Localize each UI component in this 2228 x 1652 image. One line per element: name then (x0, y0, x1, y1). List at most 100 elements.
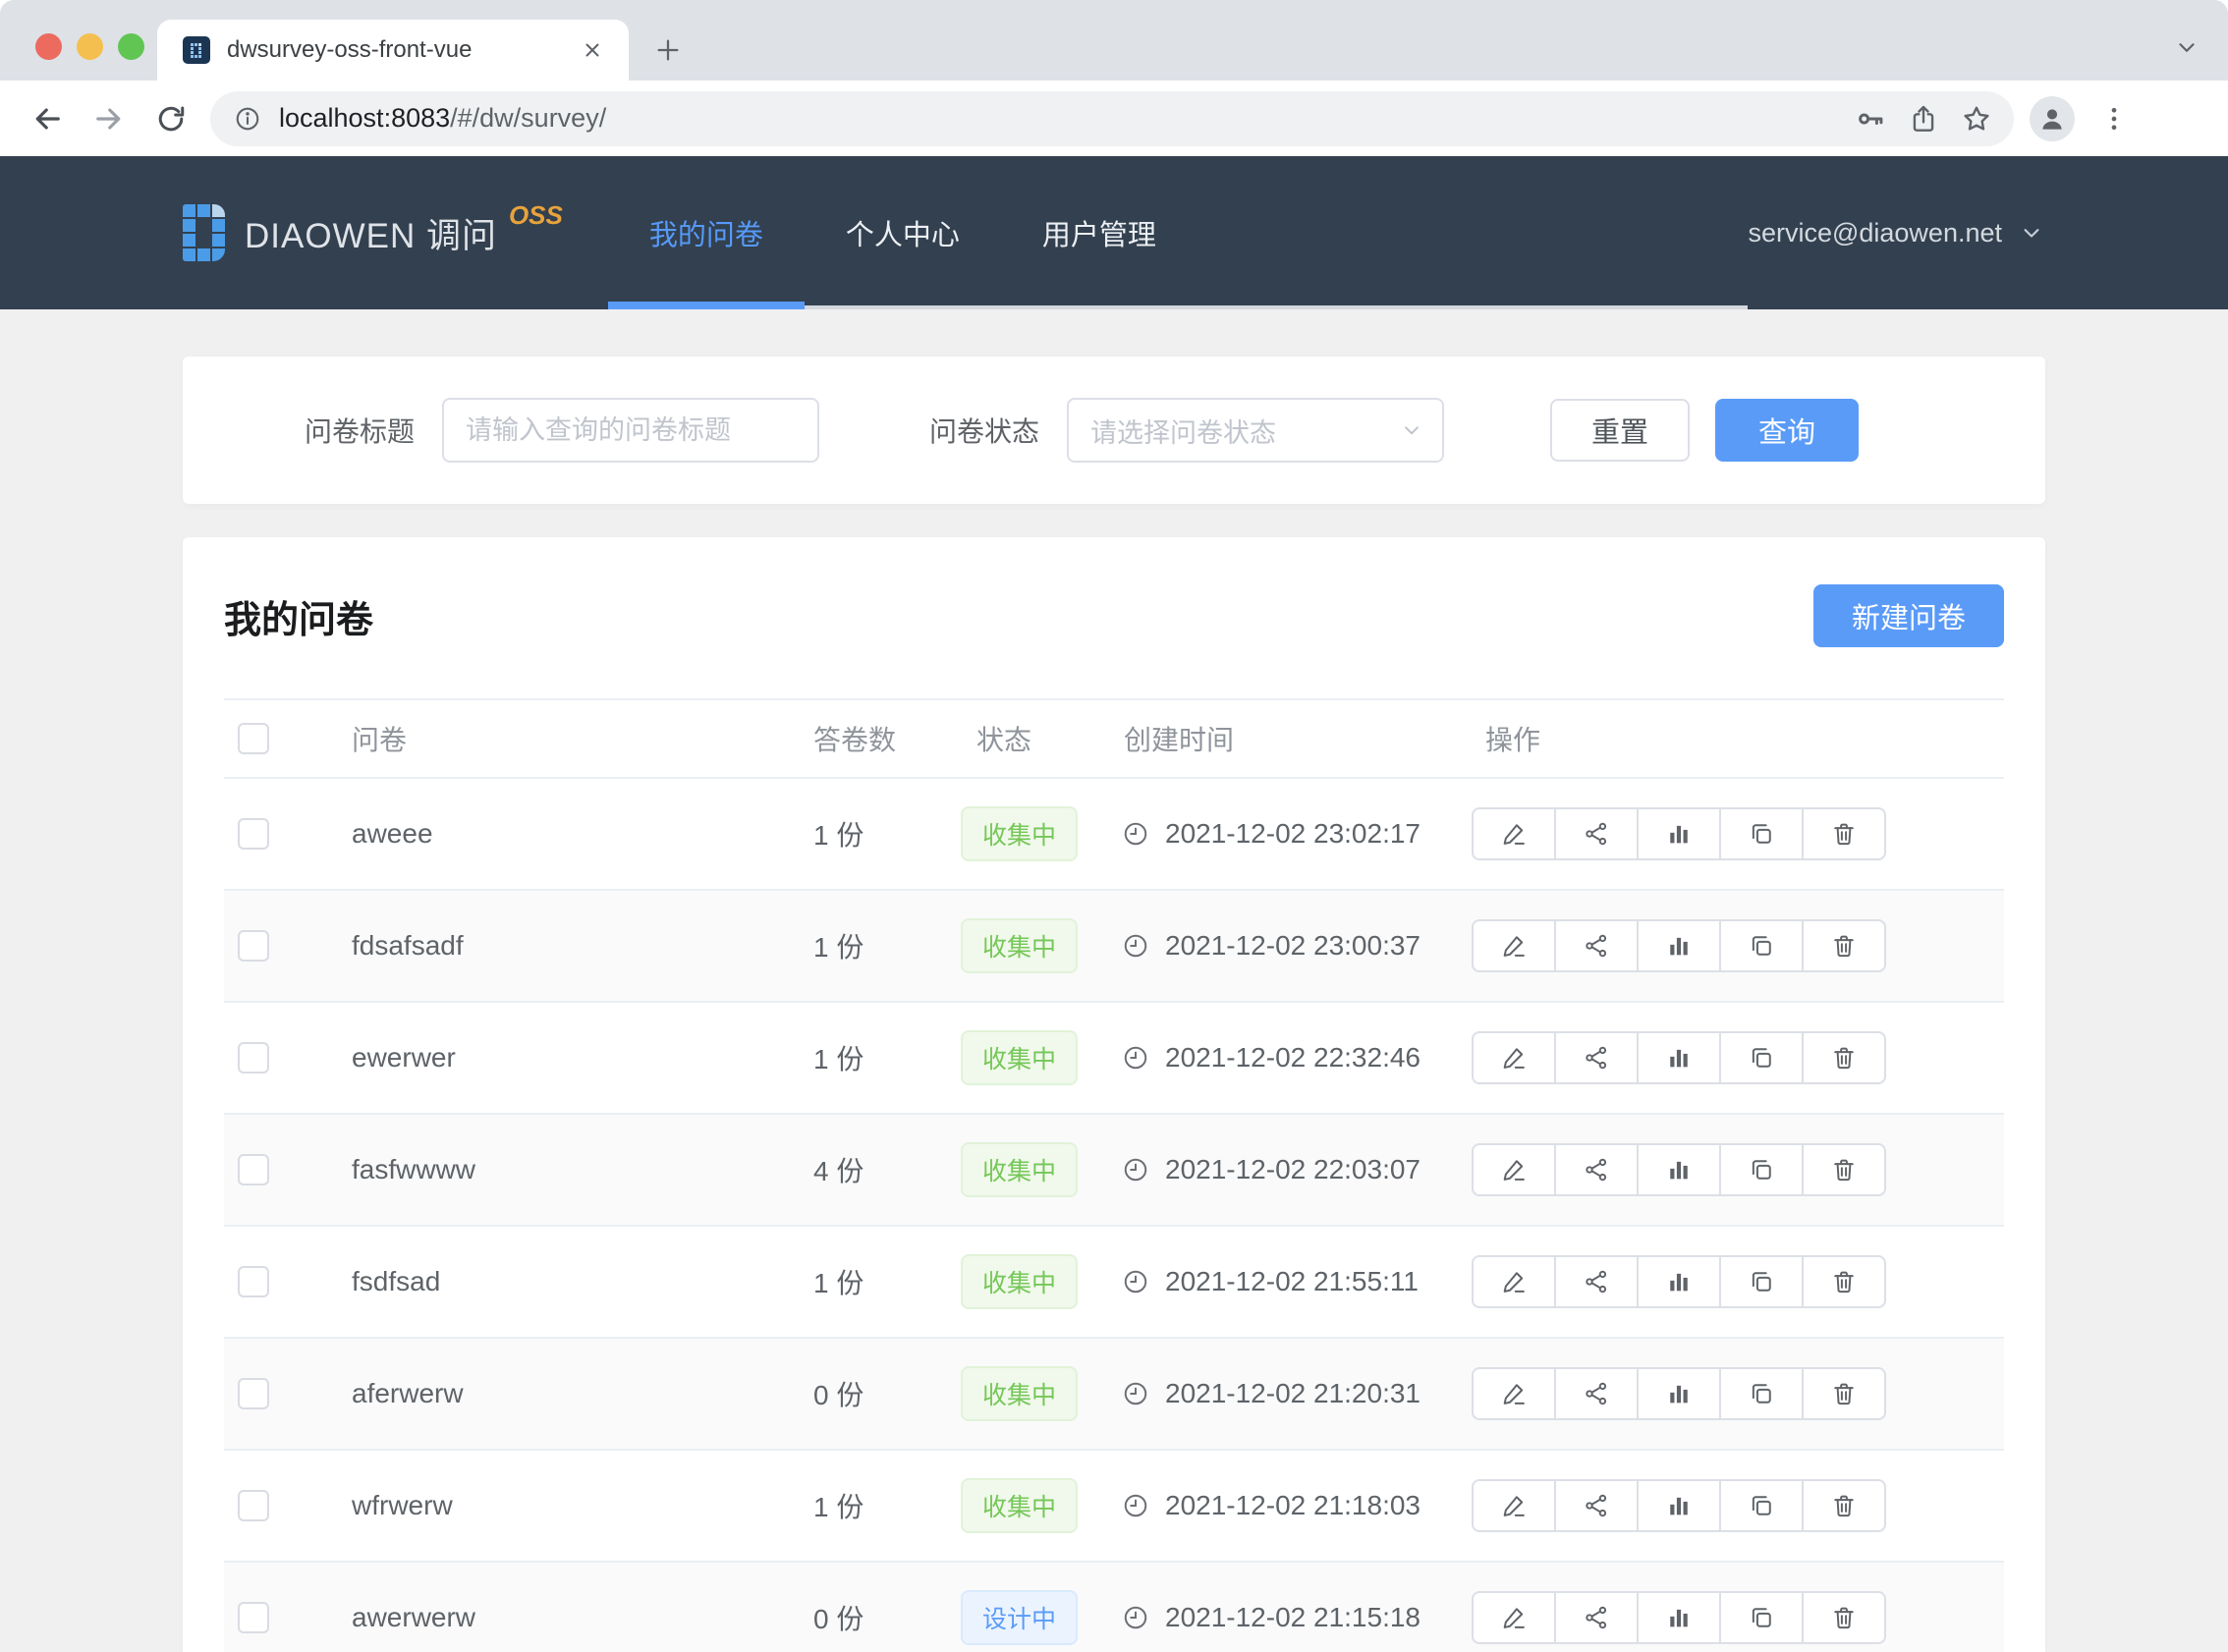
trash-icon (1830, 1380, 1858, 1407)
maximize-window-button[interactable] (118, 33, 144, 60)
select-chevron-down-icon (1399, 417, 1424, 443)
bar-chart-icon (1665, 1380, 1693, 1407)
share-button[interactable] (1554, 1479, 1639, 1532)
copy-button[interactable] (1719, 1143, 1804, 1196)
url-origin: localhost:8083 (279, 103, 450, 133)
share-button[interactable] (1554, 1031, 1639, 1084)
edit-button[interactable] (1472, 807, 1556, 860)
stats-button[interactable] (1637, 807, 1721, 860)
new-tab-button[interactable] (650, 32, 686, 68)
copy-button[interactable] (1719, 1031, 1804, 1084)
brand-name: DIAOWEN 调问 (245, 208, 497, 258)
survey-status-select[interactable]: 请选择问卷状态 (1067, 398, 1444, 463)
edit-icon (1500, 932, 1528, 960)
row-checkbox[interactable] (238, 1266, 269, 1297)
survey-table: 问卷 答卷数 状态 创建时间 操作 aweee 1 份 收集中 2021-12-… (224, 698, 2004, 1652)
edit-button[interactable] (1472, 1479, 1556, 1532)
browser-window: dwsurvey-oss-front-vue localhost:8 (0, 0, 2228, 1652)
forward-button[interactable] (85, 95, 133, 142)
share-icon (1583, 820, 1610, 848)
password-key-icon[interactable] (1855, 103, 1886, 135)
delete-button[interactable] (1802, 1367, 1886, 1420)
survey-list-card: 我的问卷 新建问卷 问卷 答卷数 状态 创建时间 操作 aweee 1 份 (183, 537, 2045, 1652)
delete-button[interactable] (1802, 1031, 1886, 1084)
user-menu[interactable]: service@diaowen.net (1748, 156, 2045, 309)
row-checkbox[interactable] (238, 1490, 269, 1521)
new-survey-button[interactable]: 新建问卷 (1813, 584, 2004, 647)
table-row: wfrwerw 1 份 收集中 2021-12-02 21:18:03 (224, 1451, 2004, 1563)
delete-button[interactable] (1802, 1591, 1886, 1644)
row-checkbox[interactable] (238, 1154, 269, 1185)
edit-button[interactable] (1472, 1255, 1556, 1308)
edit-button[interactable] (1472, 1031, 1556, 1084)
nav-item-personal-center[interactable]: 个人中心 (805, 156, 1001, 309)
edit-button[interactable] (1472, 1367, 1556, 1420)
minimize-window-button[interactable] (77, 33, 103, 60)
delete-button[interactable] (1802, 1143, 1886, 1196)
share-button[interactable] (1554, 807, 1639, 860)
delete-button[interactable] (1802, 1255, 1886, 1308)
answer-count: 1 份 (784, 1038, 953, 1077)
page-title: 我的问卷 (224, 589, 373, 643)
clock-icon (1122, 820, 1149, 848)
tab-close-icon[interactable] (576, 33, 609, 67)
answer-count: 1 份 (784, 814, 953, 854)
stats-button[interactable] (1637, 1591, 1721, 1644)
edit-button[interactable] (1472, 1591, 1556, 1644)
tabstrip-chevron-down-icon[interactable] (2169, 29, 2204, 65)
copy-button[interactable] (1719, 1479, 1804, 1532)
select-all-checkbox[interactable] (238, 723, 269, 754)
user-chevron-down-icon (2018, 219, 2045, 247)
reload-button[interactable] (147, 95, 195, 142)
app-header: DIAOWEN 调问 OSS 我的问卷 个人中心 用户管理 service@di… (0, 156, 2228, 309)
share-button[interactable] (1554, 1255, 1639, 1308)
stats-button[interactable] (1637, 1031, 1721, 1084)
url-bar[interactable]: localhost:8083/#/dw/survey/ (210, 91, 2014, 146)
edit-icon (1500, 820, 1528, 848)
profile-avatar[interactable] (2030, 96, 2075, 141)
brand-logo[interactable]: DIAOWEN 调问 OSS (183, 156, 563, 309)
back-button[interactable] (24, 95, 71, 142)
bookmark-star-icon[interactable] (1961, 103, 1992, 135)
copy-button[interactable] (1719, 1591, 1804, 1644)
nav-item-my-surveys[interactable]: 我的问卷 (608, 156, 805, 309)
share-button[interactable] (1554, 1367, 1639, 1420)
row-checkbox[interactable] (238, 818, 269, 850)
share-icon (1583, 1156, 1610, 1184)
copy-button[interactable] (1719, 1367, 1804, 1420)
row-checkbox[interactable] (238, 930, 269, 962)
row-checkbox[interactable] (238, 1378, 269, 1409)
delete-button[interactable] (1802, 807, 1886, 860)
stats-button[interactable] (1637, 1367, 1721, 1420)
row-checkbox[interactable] (238, 1602, 269, 1633)
copy-button[interactable] (1719, 807, 1804, 860)
share-icon (1583, 1380, 1610, 1407)
edit-button[interactable] (1472, 919, 1556, 972)
browser-tab[interactable]: dwsurvey-oss-front-vue (157, 20, 629, 81)
share-button[interactable] (1554, 1591, 1639, 1644)
share-page-icon[interactable] (1908, 103, 1939, 135)
share-button[interactable] (1554, 919, 1639, 972)
copy-button[interactable] (1719, 919, 1804, 972)
close-window-button[interactable] (35, 33, 62, 60)
stats-button[interactable] (1637, 1143, 1721, 1196)
survey-title-input[interactable] (442, 398, 819, 463)
row-checkbox[interactable] (238, 1042, 269, 1074)
tab-strip: dwsurvey-oss-front-vue (0, 0, 2228, 81)
browser-menu-icon[interactable] (2092, 97, 2136, 140)
delete-button[interactable] (1802, 1479, 1886, 1532)
status-badge: 设计中 (961, 1590, 1078, 1645)
nav-item-user-management[interactable]: 用户管理 (1001, 156, 1198, 309)
table-row: fdsafsadf 1 份 收集中 2021-12-02 23:00:37 (224, 891, 2004, 1003)
edit-button[interactable] (1472, 1143, 1556, 1196)
site-info-icon[interactable] (226, 97, 269, 140)
share-button[interactable] (1554, 1143, 1639, 1196)
stats-button[interactable] (1637, 919, 1721, 972)
reset-button[interactable]: 重置 (1550, 399, 1690, 462)
status-badge: 收集中 (961, 1366, 1078, 1421)
stats-button[interactable] (1637, 1255, 1721, 1308)
search-button[interactable]: 查询 (1715, 399, 1859, 462)
delete-button[interactable] (1802, 919, 1886, 972)
stats-button[interactable] (1637, 1479, 1721, 1532)
copy-button[interactable] (1719, 1255, 1804, 1308)
